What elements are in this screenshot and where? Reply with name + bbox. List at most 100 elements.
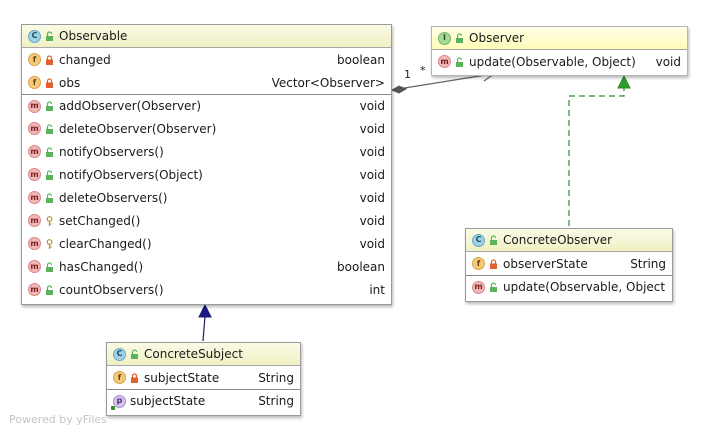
method-row[interactable]: m update(Observable, Object) — [466, 275, 672, 298]
inheritance-line — [202, 315, 206, 342]
class-concrete-observer[interactable]: C ConcreteObserver f observerState Strin… — [465, 228, 673, 302]
public-visibility-icon — [46, 261, 53, 272]
property-type: String — [258, 394, 294, 408]
method-row[interactable]: m deleteObserver(Observer) void — [22, 117, 391, 140]
interface-name: Observer — [469, 31, 525, 45]
field-row[interactable]: f changed boolean — [22, 48, 391, 71]
field-icon: f — [113, 371, 126, 384]
public-visibility-icon — [46, 169, 53, 180]
method-return-type: void — [359, 144, 385, 159]
method-row[interactable]: m notifyObservers() void — [22, 140, 391, 163]
method-row[interactable]: m deleteObservers() void — [22, 186, 391, 209]
method-row[interactable]: m addObserver(Observer) void — [22, 94, 391, 117]
property-row[interactable]: p subjectState String — [107, 389, 300, 412]
field-type: String — [630, 256, 666, 271]
method-icon: m — [28, 191, 41, 204]
method-icon: m — [28, 122, 41, 135]
method-name: setChanged() — [59, 213, 141, 228]
method-icon: m — [28, 260, 41, 273]
field-name: obs — [59, 75, 81, 90]
public-visibility-icon — [456, 56, 463, 67]
private-lock-icon — [46, 54, 53, 65]
method-name: notifyObservers() — [59, 144, 164, 159]
field-row[interactable]: f obs Vector<Observer> — [22, 71, 391, 94]
class-icon: C — [472, 233, 485, 247]
target-multiplicity-label: * — [420, 64, 426, 77]
method-row[interactable]: m hasChanged() boolean — [22, 255, 391, 278]
method-return-type: void — [359, 213, 385, 228]
class-concrete-observer-header[interactable]: C ConcreteObserver — [466, 229, 672, 252]
field-name: subjectState — [144, 370, 220, 385]
public-visibility-icon — [490, 235, 497, 245]
method-return-type: boolean — [337, 259, 385, 274]
method-return-type: void — [655, 54, 681, 69]
method-icon: m — [28, 145, 41, 158]
method-name: countObservers() — [59, 282, 164, 297]
method-icon: m — [28, 168, 41, 181]
method-row[interactable]: m clearChanged() void — [22, 232, 391, 255]
field-row[interactable]: f subjectState String — [107, 366, 300, 389]
field-name: changed — [59, 52, 111, 67]
class-observable-header[interactable]: C Observable — [22, 25, 391, 48]
public-visibility-icon — [46, 284, 53, 295]
method-icon: m — [28, 99, 41, 113]
method-name: update(Observable, Object) — [469, 54, 636, 69]
protected-key-icon — [46, 215, 53, 226]
method-return-type: int — [369, 282, 385, 297]
method-name: update(Observable, Object) — [503, 280, 666, 294]
method-name: addObserver(Observer) — [59, 99, 202, 113]
field-icon: f — [28, 76, 41, 89]
method-icon: m — [472, 280, 485, 294]
method-icon: m — [438, 55, 451, 68]
field-type: Vector<Observer> — [271, 75, 385, 90]
method-row[interactable]: m setChanged() void — [22, 209, 391, 232]
method-return-type: void — [359, 99, 385, 113]
method-name: clearChanged() — [59, 236, 152, 251]
field-row[interactable]: f observerState String — [466, 252, 672, 275]
aggregation-diamond — [390, 85, 408, 94]
realization-line — [568, 87, 625, 226]
method-row[interactable]: m notifyObservers(Object) void — [22, 163, 391, 186]
property-name: subjectState — [130, 394, 206, 408]
class-concrete-subject[interactable]: C ConcreteSubject f subjectState String … — [106, 342, 301, 416]
class-observable[interactable]: C Observable f changed boolean f obs Vec… — [21, 24, 392, 305]
private-lock-icon — [46, 77, 53, 88]
field-name: observerState — [503, 256, 588, 271]
interface-observer-header[interactable]: I Observer — [432, 27, 687, 50]
field-icon: f — [472, 257, 485, 270]
interface-icon: I — [438, 31, 451, 45]
public-visibility-icon — [46, 146, 53, 157]
method-row[interactable]: m countObservers() int — [22, 278, 391, 301]
method-name: notifyObservers(Object) — [59, 167, 203, 182]
method-return-type: void — [359, 121, 385, 136]
class-concrete-subject-header[interactable]: C ConcreteSubject — [107, 343, 300, 366]
method-return-type: void — [359, 167, 385, 182]
interface-observer[interactable]: I Observer m update(Observable, Object) … — [431, 26, 688, 76]
class-icon: C — [28, 29, 41, 43]
public-visibility-icon — [46, 101, 53, 111]
watermark: Powered by yFiles — [9, 413, 107, 426]
method-icon: m — [28, 237, 41, 250]
public-visibility-icon — [131, 349, 138, 359]
field-type: boolean — [337, 52, 385, 67]
field-icon: f — [28, 53, 41, 66]
private-lock-icon — [490, 258, 497, 269]
method-name: deleteObserver(Observer) — [59, 121, 217, 136]
method-icon: m — [28, 214, 41, 227]
method-row[interactable]: m update(Observable, Object) void — [432, 50, 687, 73]
method-icon: m — [28, 283, 41, 296]
method-return-type: void — [359, 236, 385, 251]
property-icon: p — [111, 394, 126, 410]
protected-key-icon — [46, 238, 53, 249]
class-name: ConcreteSubject — [144, 347, 243, 361]
field-type: String — [258, 370, 294, 385]
inheritance-arrowhead — [198, 303, 212, 318]
public-visibility-icon — [46, 192, 53, 203]
public-visibility-icon — [456, 33, 463, 43]
class-name: ConcreteObserver — [503, 233, 613, 247]
method-name: deleteObservers() — [59, 190, 168, 205]
class-name: Observable — [59, 29, 128, 43]
realization-arrowhead — [617, 74, 631, 89]
public-visibility-icon — [46, 31, 53, 41]
method-name: hasChanged() — [59, 259, 144, 274]
